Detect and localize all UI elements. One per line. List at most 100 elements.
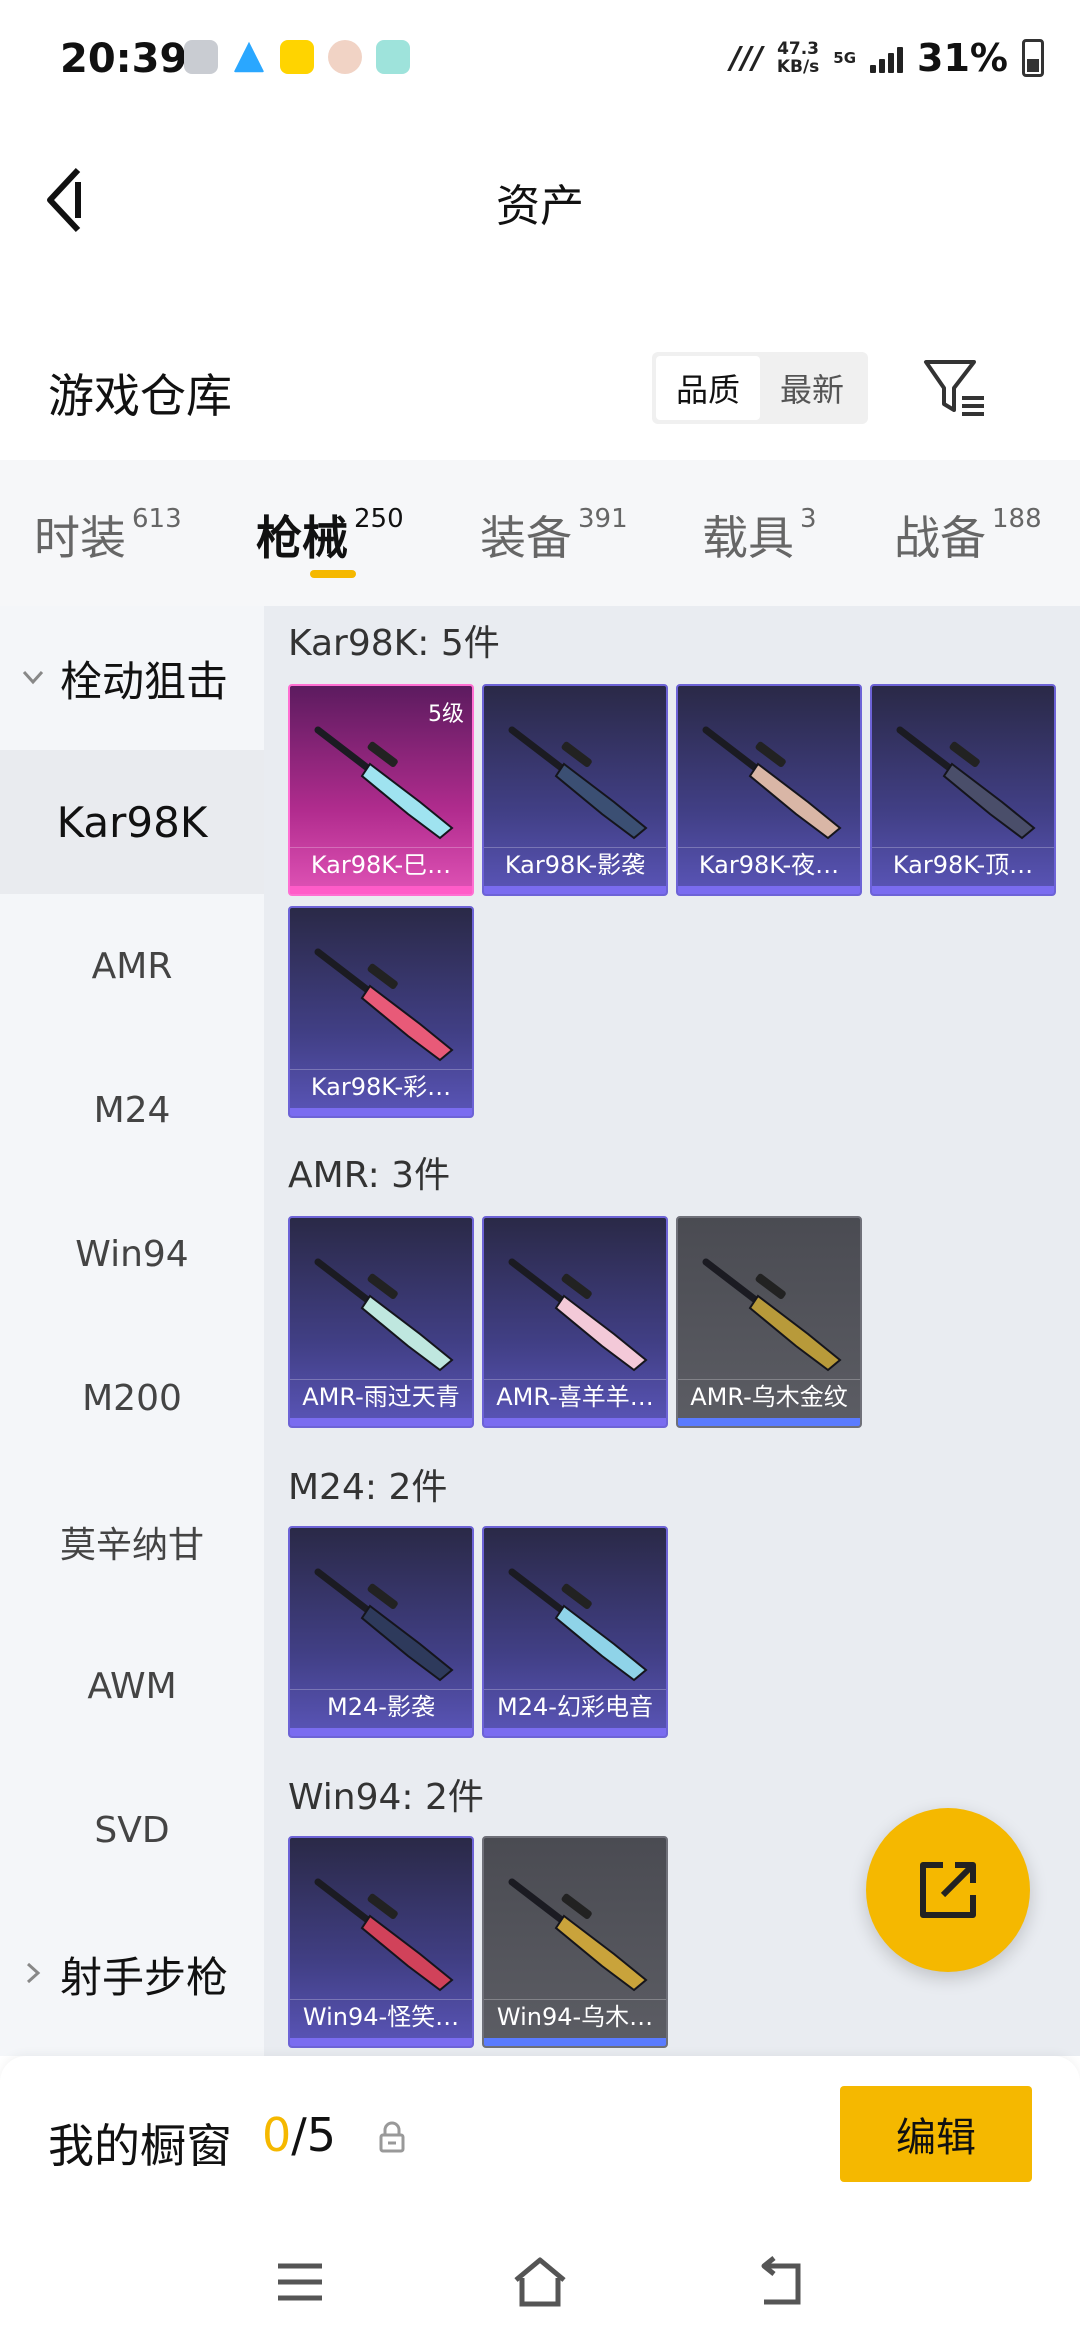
notification-icons bbox=[184, 40, 410, 74]
sidebar-group-label: 射手步枪 bbox=[60, 1952, 229, 2002]
showcase-count: 0/5 bbox=[262, 2108, 336, 2162]
message-notification-icon bbox=[376, 40, 410, 74]
rifle-stock bbox=[360, 1914, 454, 1992]
sidebar-item-awm[interactable]: AWM bbox=[0, 1614, 264, 1758]
rarity-bar bbox=[484, 2038, 666, 2046]
sidebar-group-bolt-action[interactable]: 栓动狙击 bbox=[0, 606, 264, 750]
tab-equipment[interactable]: 装备 391 bbox=[480, 502, 628, 568]
avatar-notification-icon bbox=[328, 40, 362, 74]
rifle-stock bbox=[554, 1294, 648, 1372]
net-speed: 47.3 KB/s bbox=[777, 40, 819, 76]
rifle-icon bbox=[896, 726, 1036, 840]
status-time: 20:39 bbox=[60, 36, 188, 82]
rifle-stock bbox=[360, 1604, 454, 1682]
item-card[interactable]: 5级 Kar98K-巳… bbox=[288, 684, 474, 896]
item-card[interactable]: AMR-喜羊羊… bbox=[482, 1216, 668, 1428]
rifle-stock bbox=[360, 1294, 454, 1372]
item-name: M24-影袭 bbox=[327, 1693, 435, 1721]
tab-vehicles[interactable]: 载具 3 bbox=[702, 502, 817, 568]
item-card[interactable]: AMR-雨过天青 bbox=[288, 1216, 474, 1428]
tab-label: 时装 bbox=[34, 511, 126, 565]
item-name: Kar98K-影袭 bbox=[504, 851, 646, 879]
item-card[interactable]: Kar98K-夜… bbox=[676, 684, 862, 896]
sidebar-group-label: 栓动狙击 bbox=[60, 656, 229, 706]
category-tabs: 时装 613 枪械 250 装备 391 载具 3 战备 188 bbox=[0, 460, 1080, 606]
network-type: 5G bbox=[833, 49, 857, 67]
showcase-total: /5 bbox=[291, 2108, 337, 2162]
battery-percent: 31% bbox=[917, 36, 1008, 80]
group-title-m24: M24: 2件 bbox=[288, 1467, 448, 1508]
sidebar-item-m24[interactable]: M24 bbox=[0, 1038, 264, 1182]
rifle-icon bbox=[314, 726, 454, 840]
tab-count: 391 bbox=[578, 504, 628, 534]
net-speed-value: 47.3 bbox=[777, 39, 820, 59]
edit-button[interactable]: 编辑 bbox=[840, 2086, 1032, 2182]
filter-button[interactable] bbox=[920, 352, 990, 422]
rarity-bar bbox=[484, 1418, 666, 1426]
rifle-stock bbox=[942, 762, 1036, 840]
sidebar-item-win94[interactable]: Win94 bbox=[0, 1182, 264, 1326]
sidebar-item-m200[interactable]: M200 bbox=[0, 1326, 264, 1470]
group-title-amr: AMR: 3件 bbox=[288, 1155, 451, 1196]
rarity-bar bbox=[290, 2038, 472, 2046]
item-name: M24-幻彩电音 bbox=[497, 1693, 653, 1721]
rifle-icon bbox=[508, 726, 648, 840]
chevron-down-icon bbox=[22, 670, 44, 685]
group-title-kar98k: Kar98K: 5件 bbox=[288, 623, 500, 664]
system-nav-bar bbox=[0, 2216, 1080, 2344]
share-button[interactable] bbox=[866, 1808, 1030, 1972]
sort-quality-button[interactable]: 品质 bbox=[656, 356, 760, 420]
rarity-bar bbox=[678, 1418, 860, 1426]
settings-notification-icon bbox=[184, 40, 218, 74]
sort-toggle: 品质 最新 bbox=[652, 352, 868, 424]
sort-newest-button[interactable]: 最新 bbox=[760, 356, 864, 420]
tab-fashion[interactable]: 时装 613 bbox=[34, 502, 182, 568]
sidebar-group-marksman[interactable]: 射手步枪 bbox=[0, 1902, 264, 2046]
tab-count: 188 bbox=[992, 504, 1042, 534]
item-name: AMR-喜羊羊… bbox=[496, 1383, 654, 1411]
tab-gear[interactable]: 战备 188 bbox=[894, 502, 1042, 568]
item-card[interactable]: Kar98K-影袭 bbox=[482, 684, 668, 896]
sidebar-item-kar98k[interactable]: Kar98K bbox=[0, 750, 264, 894]
showcase-label: 我的橱窗 bbox=[48, 2119, 232, 2173]
sidebar-item-amr[interactable]: AMR bbox=[0, 894, 264, 1038]
item-card[interactable]: Kar98K-彩… bbox=[288, 906, 474, 1118]
rarity-bar bbox=[484, 1728, 666, 1736]
tab-count: 3 bbox=[800, 504, 817, 534]
showcase-current: 0 bbox=[262, 2108, 292, 2162]
back-nav-icon[interactable] bbox=[750, 2252, 810, 2312]
rifle-stock bbox=[360, 762, 454, 840]
tab-weapons[interactable]: 枪械 250 bbox=[256, 502, 404, 568]
menu-icon[interactable] bbox=[270, 2252, 330, 2312]
item-card[interactable]: Win94-乌木… bbox=[482, 1836, 668, 2048]
item-name: Kar98K-巳… bbox=[310, 851, 452, 879]
item-name: Kar98K-顶… bbox=[892, 851, 1034, 879]
item-card[interactable]: Win94-怪笑… bbox=[288, 1836, 474, 2048]
home-icon[interactable] bbox=[510, 2252, 570, 2312]
item-card[interactable]: AMR-乌木金纹 bbox=[676, 1216, 862, 1428]
rifle-icon bbox=[314, 1878, 454, 1992]
rifle-stock bbox=[554, 1914, 648, 1992]
item-card[interactable]: M24-幻彩电音 bbox=[482, 1526, 668, 1738]
item-name: AMR-乌木金纹 bbox=[690, 1383, 848, 1411]
item-name: Kar98K-夜… bbox=[698, 851, 840, 879]
group-title-win94: Win94: 2件 bbox=[288, 1777, 484, 1818]
rifle-icon bbox=[314, 1258, 454, 1372]
rarity-bar bbox=[290, 1108, 472, 1116]
item-name: Win94-乌木… bbox=[496, 2003, 654, 2031]
item-card[interactable]: Kar98K-顶… bbox=[870, 684, 1056, 896]
rifle-stock bbox=[554, 1604, 648, 1682]
sidebar-item-mosin[interactable]: 莫辛纳甘 bbox=[0, 1470, 264, 1614]
battery-icon bbox=[1022, 39, 1044, 77]
item-name: AMR-雨过天青 bbox=[302, 1383, 460, 1411]
item-card[interactable]: M24-影袭 bbox=[288, 1526, 474, 1738]
rifle-stock bbox=[360, 984, 454, 1062]
rifle-stock bbox=[554, 762, 648, 840]
rifle-icon bbox=[508, 1568, 648, 1682]
status-bar: 20:39 /// 47.3 KB/s 5G 31% bbox=[0, 0, 1080, 120]
tab-label: 载具 bbox=[702, 511, 794, 565]
rarity-bar bbox=[678, 886, 860, 894]
active-tab-indicator bbox=[310, 570, 356, 578]
item-name: Win94-怪笑… bbox=[302, 2003, 460, 2031]
sidebar-item-svd[interactable]: SVD bbox=[0, 1758, 264, 1902]
